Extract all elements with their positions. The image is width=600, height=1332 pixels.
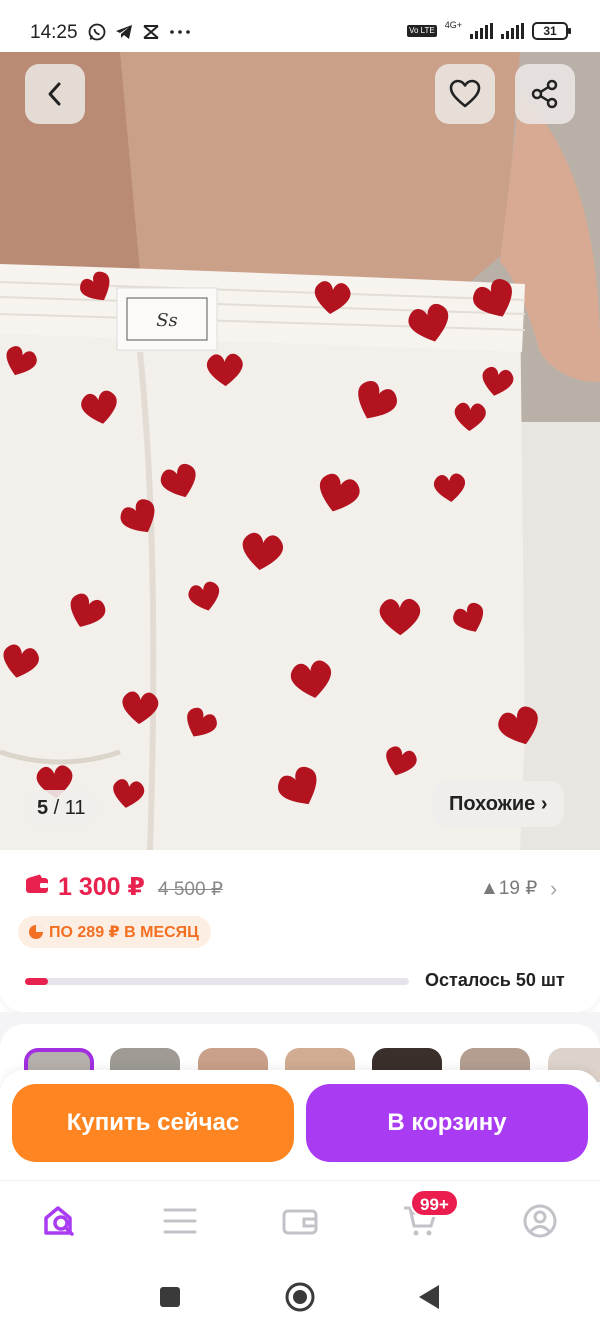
share-icon (531, 79, 558, 109)
bottom-navigation: 99+ (0, 1180, 600, 1260)
status-time: 14:25 (30, 22, 78, 43)
installment-badge[interactable]: ПО 289 ₽ В МЕСЯЦ (18, 916, 211, 948)
counter-total: 11 (64, 797, 86, 819)
favorite-button[interactable] (435, 64, 495, 124)
counter-current: 5 (37, 797, 49, 819)
capcut-icon (143, 25, 159, 39)
share-button[interactable] (515, 64, 575, 124)
pie-chart-icon (29, 925, 43, 939)
nav-catalog[interactable] (158, 1199, 202, 1243)
system-back-button[interactable] (412, 1280, 446, 1314)
more-dots-icon (170, 30, 190, 34)
old-price: 4 500 ₽ (158, 879, 223, 900)
product-image[interactable]: Ss 5 / 11 Похожие › (0, 52, 600, 850)
status-bar: 14:25 Vo LTE 4G+ 31 (0, 0, 600, 52)
volte-badge: Vo LTE (407, 25, 437, 37)
stock-label: Осталось 50 шт (425, 970, 565, 990)
profile-icon (523, 1204, 557, 1238)
purchase-actions: Купить сейчас В корзину (0, 1070, 600, 1180)
telegram-icon (116, 25, 132, 39)
nav-home[interactable] (38, 1199, 82, 1243)
price-delta[interactable]: ▲19 ₽ (480, 877, 537, 900)
image-counter: 5 / 11 (25, 790, 98, 826)
counter-separator: / (48, 797, 65, 819)
status-system-icons: Vo LTE 4G+ 31 (407, 20, 571, 40)
heart-icon (449, 79, 481, 108)
catalog-icon (163, 1208, 197, 1234)
back-icon (419, 1285, 439, 1309)
similar-button[interactable]: Похожие › (433, 781, 564, 827)
svg-text:Ss: Ss (156, 310, 178, 331)
stock-progress-fill (25, 978, 49, 985)
chevron-left-icon (48, 82, 61, 106)
search-home-icon (44, 1206, 74, 1236)
signal-icon-2 (501, 23, 524, 39)
product-photo: Ss (0, 52, 600, 850)
nav-wallet[interactable] (278, 1199, 322, 1243)
wallet-price-icon (26, 874, 48, 893)
status-app-icons (88, 23, 191, 41)
add-to-cart-button[interactable]: В корзину (306, 1084, 588, 1162)
whatsapp-icon (88, 23, 106, 41)
home-button[interactable] (283, 1280, 317, 1314)
back-button[interactable] (25, 64, 85, 124)
chevron-right-icon[interactable]: › (550, 876, 557, 902)
recents-icon (160, 1287, 180, 1307)
cart-badge: 99+ (410, 1189, 459, 1217)
wallet-icon (282, 1209, 318, 1235)
price-card: 1 300 ₽ 4 500 ₽ ▲19 ₽ › ПО 289 ₽ В МЕСЯЦ… (0, 850, 600, 1012)
nav-profile[interactable] (518, 1199, 562, 1243)
home-icon (285, 1282, 315, 1312)
system-navigation (0, 1260, 600, 1332)
signal-icon (470, 23, 493, 39)
network-type: 4G+ (444, 20, 462, 30)
battery-icon: 31 (532, 22, 571, 40)
recents-button[interactable] (153, 1280, 187, 1314)
installment-label: ПО 289 ₽ В МЕСЯЦ (49, 924, 199, 941)
stock-progress (25, 978, 409, 985)
current-price: 1 300 ₽ (58, 873, 145, 901)
buy-now-button[interactable]: Купить сейчас (12, 1084, 294, 1162)
